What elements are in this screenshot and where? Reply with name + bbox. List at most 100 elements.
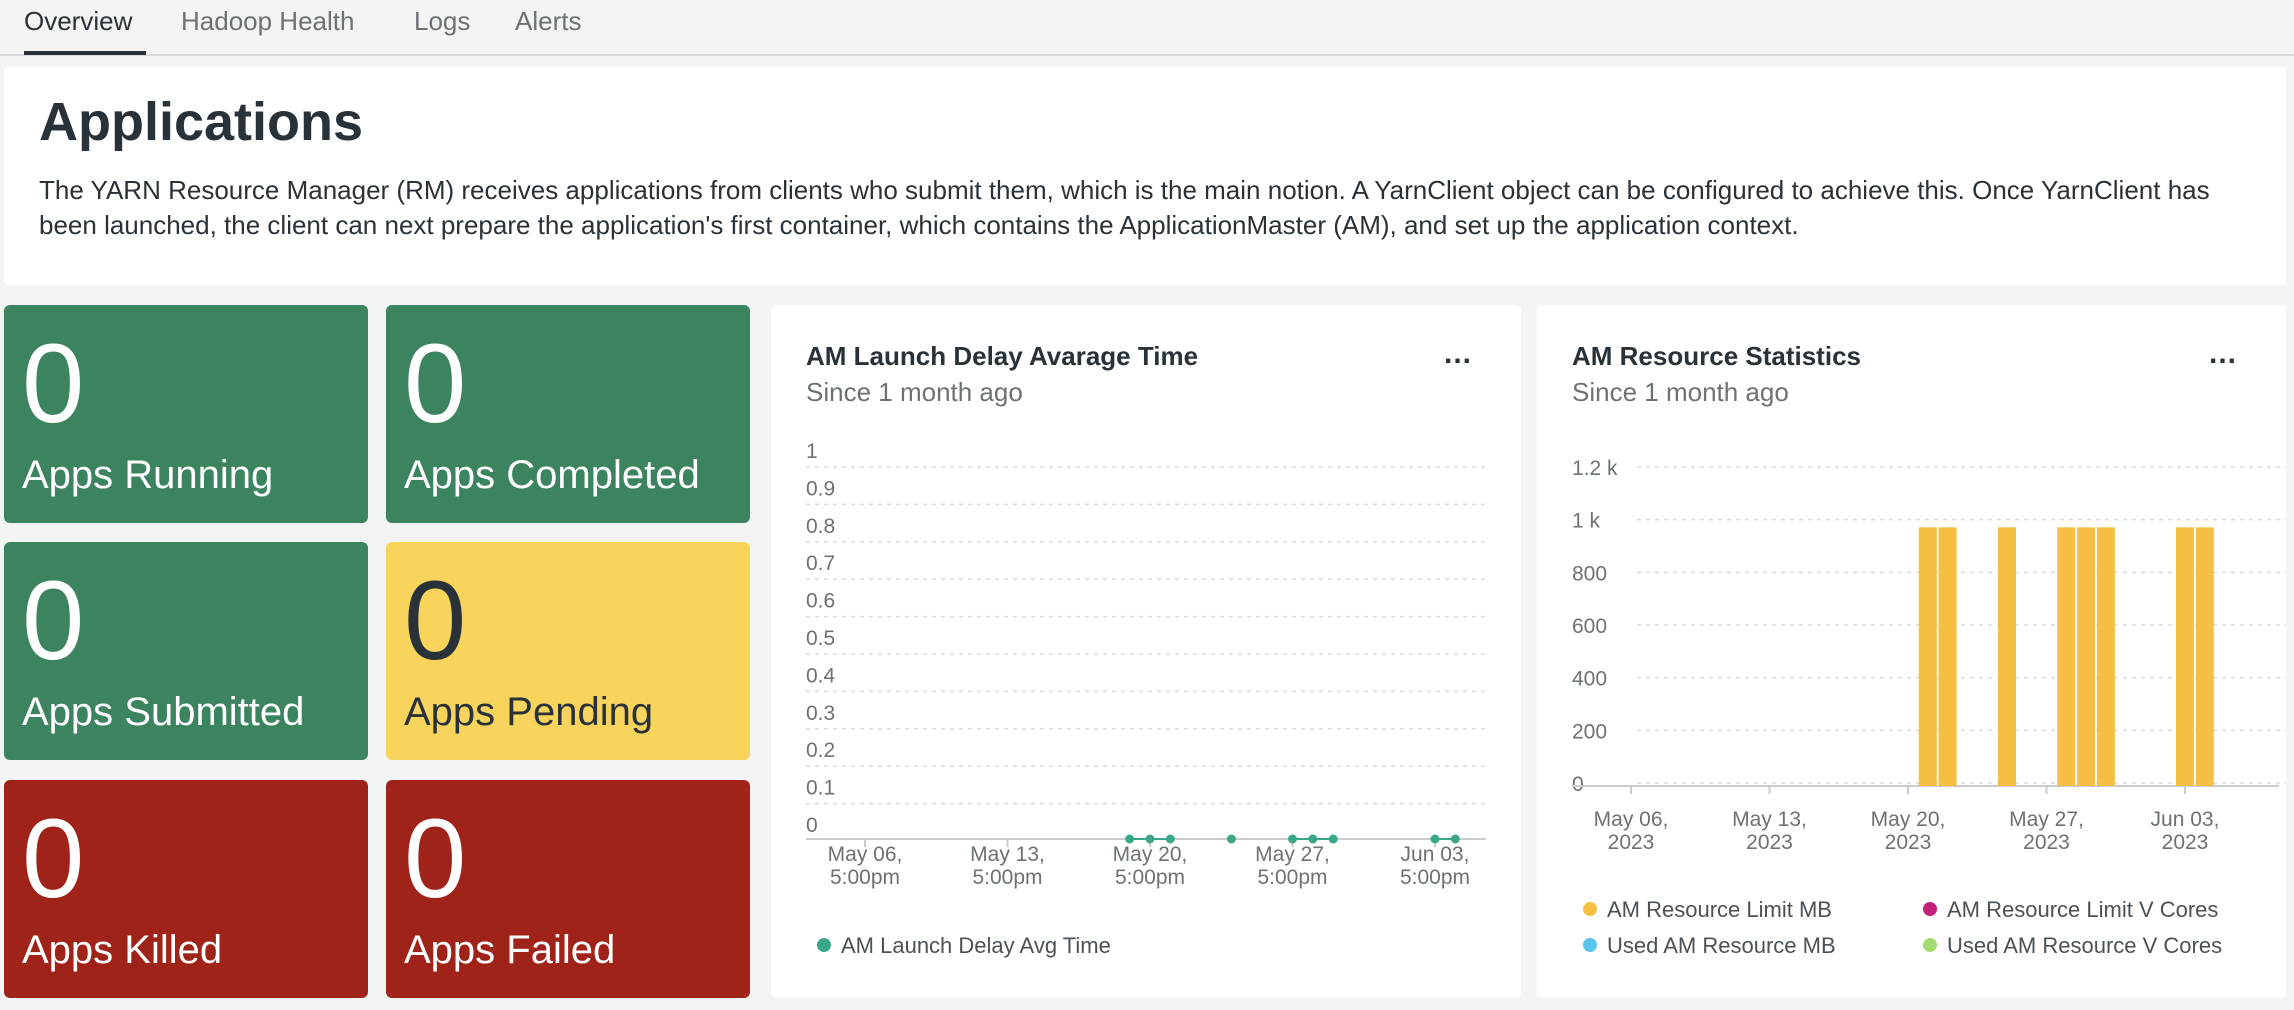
x-tick-label: 5:00pm <box>972 866 1042 889</box>
data-point <box>1125 834 1135 844</box>
x-tick-label: May 06, <box>1594 808 1669 831</box>
legend-item[interactable]: Used AM Resource V Cores <box>1923 933 2222 959</box>
applications-intro-card: Applications The YARN Resource Manager (… <box>4 67 2286 285</box>
data-point <box>1430 834 1440 844</box>
x-tick-label: May 20, <box>1113 843 1188 866</box>
y-tick-label: 800 <box>1572 562 1607 585</box>
x-tick-label: 5:00pm <box>1400 866 1470 889</box>
x-tick-label: Jun 03, <box>2151 808 2220 831</box>
legend-item[interactable]: Used AM Resource MB <box>1583 933 1836 959</box>
tile-label: Apps Submitted <box>22 690 305 734</box>
y-tick-label: 0.7 <box>806 552 835 575</box>
tile-apps-running[interactable]: 0 Apps Running <box>4 305 368 523</box>
tile-label: Apps Pending <box>404 690 654 734</box>
x-tick-label: 2023 <box>1746 831 1793 854</box>
x-tick-label: 2023 <box>1608 831 1655 854</box>
tile-value: 0 <box>404 558 467 683</box>
legend-dot <box>1583 938 1597 952</box>
y-tick-label: 0.9 <box>806 477 835 500</box>
legend-item[interactable]: AM Launch Delay Avg Time <box>817 933 1111 959</box>
bar <box>2077 527 2096 786</box>
legend-label: Used AM Resource V Cores <box>1947 933 2223 958</box>
tile-apps-failed[interactable]: 0 Apps Failed <box>386 780 750 998</box>
x-tick-label: 2023 <box>2023 831 2070 854</box>
tile-label: Apps Killed <box>22 928 223 972</box>
y-tick-label: 600 <box>1572 615 1607 638</box>
y-tick-label: 0 <box>806 814 818 837</box>
y-tick-label: 400 <box>1572 668 1607 691</box>
data-point <box>1308 834 1318 844</box>
legend-dot <box>1923 902 1937 916</box>
data-point <box>1288 834 1297 844</box>
y-tick-label: 0.2 <box>806 739 835 762</box>
tile-value: 0 <box>22 558 85 683</box>
bar <box>1997 527 2016 786</box>
x-tick-label: May 27, <box>1255 843 1330 866</box>
am-launch-delay-card: AM Launch Delay Avarage Time Since 1 mon… <box>771 305 1521 998</box>
legend-label: AM Launch Delay Avg Time <box>841 933 1111 958</box>
y-tick-label: 200 <box>1572 720 1607 743</box>
y-tick-label: 0.5 <box>806 627 835 650</box>
y-tick-label: 1 k <box>1572 510 1601 533</box>
tile-apps-killed[interactable]: 0 Apps Killed <box>4 780 368 998</box>
active-tab-indicator <box>24 51 146 55</box>
legend-item[interactable]: AM Resource Limit V Cores <box>1923 897 2218 923</box>
x-tick-label: 5:00pm <box>1115 866 1185 889</box>
y-tick-label: 0.3 <box>806 702 835 725</box>
tile-value: 0 <box>404 796 467 921</box>
legend-dot <box>1583 902 1597 916</box>
y-tick-label: 0.8 <box>806 515 835 538</box>
bar <box>2057 527 2076 786</box>
x-tick-label: May 20, <box>1871 808 1946 831</box>
intro-description: The YARN Resource Manager (RM) receives … <box>39 175 2210 240</box>
x-tick-label: 2023 <box>1885 831 1932 854</box>
bar-chart: 02004006008001 k1.2 kMay 06,2023May 13,2… <box>1572 457 2286 854</box>
legend-dot <box>817 938 831 952</box>
page-title: Applications <box>39 92 364 152</box>
tile-apps-pending[interactable]: 0 Apps Pending <box>386 542 750 760</box>
y-tick-label: 1 <box>806 440 818 463</box>
x-tick-label: Jun 03, <box>1401 843 1470 866</box>
tile-value: 0 <box>22 321 85 446</box>
data-point <box>1450 834 1460 844</box>
tab-alerts[interactable]: Alerts <box>515 6 581 37</box>
legend-dot <box>1923 938 1937 952</box>
y-tick-label: 0.6 <box>806 590 835 613</box>
tab-hadoop-health[interactable]: Hadoop Health <box>181 6 354 37</box>
tile-label: Apps Completed <box>404 453 700 497</box>
y-tick-label: 1.2 k <box>1572 457 1618 480</box>
tab-bar: Overview Hadoop Health Logs Alerts <box>0 0 2294 56</box>
legend-label: Used AM Resource MB <box>1607 933 1836 958</box>
data-point <box>1165 834 1175 844</box>
tile-apps-completed[interactable]: 0 Apps Completed <box>386 305 750 523</box>
x-tick-label: 5:00pm <box>1257 866 1327 889</box>
line-chart: 00.10.20.30.40.50.60.70.80.91May 06,5:00… <box>806 440 1486 889</box>
x-tick-label: May 06, <box>828 843 903 866</box>
am-resource-statistics-card: AM Resource Statistics Since 1 month ago… <box>1537 305 2286 998</box>
tile-value: 0 <box>404 321 467 446</box>
x-tick-label: 5:00pm <box>830 866 900 889</box>
bar <box>1918 527 1937 786</box>
data-point <box>1226 834 1236 844</box>
y-tick-label: 0 <box>1572 773 1584 796</box>
tile-label: Apps Running <box>22 453 274 497</box>
legend-label: AM Resource Limit V Cores <box>1947 897 2219 922</box>
bar <box>2096 527 2115 786</box>
y-tick-label: 0.4 <box>806 664 836 687</box>
legend-item[interactable]: AM Resource Limit MB <box>1583 897 1832 923</box>
legend-label: AM Resource Limit MB <box>1607 897 1832 922</box>
tile-value: 0 <box>22 796 85 921</box>
x-tick-label: May 27, <box>2009 808 2084 831</box>
y-tick-label: 0.1 <box>806 777 835 800</box>
x-tick-label: May 13, <box>970 843 1045 866</box>
x-tick-label: May 13, <box>1732 808 1807 831</box>
tab-logs[interactable]: Logs <box>414 6 470 37</box>
tile-apps-submitted[interactable]: 0 Apps Submitted <box>4 542 368 760</box>
bar <box>2195 527 2214 786</box>
data-point <box>1328 834 1338 844</box>
x-tick-label: 2023 <box>2162 831 2209 854</box>
tab-overview[interactable]: Overview <box>24 6 132 37</box>
bar <box>2176 527 2194 786</box>
tile-label: Apps Failed <box>404 928 616 972</box>
bar <box>1938 527 1957 786</box>
